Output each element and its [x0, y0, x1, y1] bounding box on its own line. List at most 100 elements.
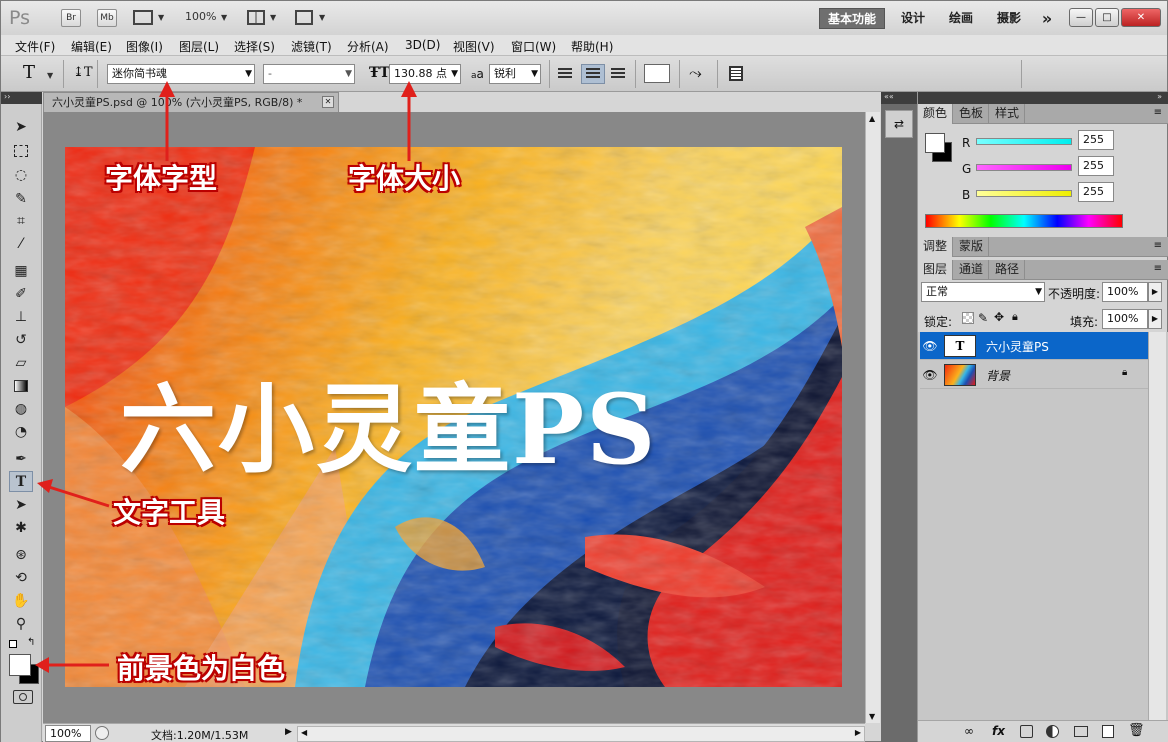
align-right-icon[interactable]	[611, 68, 625, 80]
menu-select[interactable]: 选择(S)	[234, 38, 275, 55]
fill-slider-icon[interactable]: ▶	[1148, 309, 1162, 329]
chevron-down-icon[interactable]: ▼	[270, 13, 276, 22]
font-size-select[interactable]: 130.88 点 ▼	[389, 64, 461, 84]
panel-menu-icon[interactable]: ≡	[1154, 263, 1162, 274]
character-panel-icon[interactable]	[729, 66, 743, 81]
history-panel-icon[interactable]: ⇄	[885, 110, 913, 138]
font-family-select[interactable]: 迷你简书魂 ▼	[107, 64, 255, 84]
layer-row-background[interactable]: 👁︎ 背景 🔒︎	[920, 361, 1148, 389]
swap-colors-icon[interactable]: ↰	[27, 637, 35, 648]
eyedropper-tool-icon[interactable]: ⁄	[9, 233, 33, 254]
blend-mode-select[interactable]: 正常 ▼	[921, 282, 1045, 302]
document-tab[interactable]: 六小灵童PS.psd @ 100% (六小灵童PS, RGB/8) * ✕	[43, 92, 339, 112]
layer-name[interactable]: 背景	[986, 367, 1010, 384]
clone-stamp-tool-icon[interactable]: ⊥	[9, 306, 33, 327]
chevron-down-icon[interactable]: ▼	[221, 13, 227, 22]
layers-scrollbar[interactable]	[1148, 332, 1166, 722]
new-layer-icon[interactable]	[1102, 725, 1114, 738]
tab-paths[interactable]: 路径	[990, 260, 1026, 280]
warp-text-icon[interactable]: ⤳	[689, 63, 702, 83]
workspace-design[interactable]: 设计	[893, 8, 933, 29]
workspace-painting[interactable]: 绘画	[941, 8, 981, 29]
fill-field[interactable]: 100%	[1102, 309, 1148, 329]
panel-dock-collapse-icon[interactable]: »	[918, 92, 1168, 104]
font-style-select[interactable]: - ▼	[263, 64, 355, 84]
crop-tool-icon[interactable]: ⌗	[9, 210, 33, 231]
link-icon[interactable]: ∞	[964, 724, 974, 738]
screen-mode-icon[interactable]	[295, 10, 313, 25]
eraser-tool-icon[interactable]: ▱	[9, 352, 33, 373]
menu-window[interactable]: 窗口(W)	[511, 38, 556, 55]
adjustment-icon[interactable]	[1046, 725, 1059, 738]
menu-filter[interactable]: 滤镜(T)	[291, 38, 332, 55]
chevron-down-icon[interactable]: ▼	[47, 71, 53, 80]
3d-rotate-tool-icon[interactable]: ⊛	[9, 544, 33, 565]
panel-collapse-icon[interactable]: ››	[1, 92, 42, 104]
menu-view[interactable]: 视图(V)	[453, 38, 495, 55]
antialias-select[interactable]: 锐利 ▼	[489, 64, 541, 84]
bridge-button[interactable]: Br	[61, 9, 81, 27]
blur-tool-icon[interactable]: ◍	[9, 398, 33, 419]
toggle-orientation-icon[interactable]: ↨T	[73, 65, 93, 80]
visibility-eye-icon[interactable]: 👁︎	[920, 361, 940, 389]
horizontal-scrollbar[interactable]: ◀ ▶	[297, 726, 865, 742]
scroll-left-icon[interactable]: ◀	[301, 728, 307, 737]
green-slider[interactable]	[976, 164, 1072, 171]
tab-masks[interactable]: 蒙版	[954, 237, 990, 257]
zoom-tool-icon[interactable]: ⚲	[9, 613, 33, 634]
default-colors-icon[interactable]	[9, 640, 17, 648]
red-slider[interactable]	[976, 138, 1072, 145]
menu-layer[interactable]: 图层(L)	[179, 38, 219, 55]
menu-help[interactable]: 帮助(H)	[571, 38, 613, 55]
zoom-field[interactable]: 100%	[45, 725, 91, 742]
menu-analysis[interactable]: 分析(A)	[347, 38, 389, 55]
align-left-icon[interactable]	[558, 68, 572, 80]
chevron-down-icon[interactable]: ▼	[158, 13, 164, 22]
text-tool-preset-icon[interactable]: T	[23, 62, 35, 83]
chevron-down-icon[interactable]: ▼	[319, 13, 325, 22]
opacity-slider-icon[interactable]: ▶	[1148, 282, 1162, 302]
mini-bridge-button[interactable]: Mb	[97, 9, 117, 27]
green-value[interactable]: 255	[1078, 156, 1114, 176]
fx-icon[interactable]: fx	[992, 724, 1005, 738]
tab-channels[interactable]: 通道	[954, 260, 990, 280]
canvas[interactable]: 六小灵童PS	[65, 147, 842, 687]
blue-value[interactable]: 255	[1078, 182, 1114, 202]
arrange-documents-icon[interactable]	[247, 10, 265, 25]
panel-menu-icon[interactable]: ≡	[1154, 107, 1162, 118]
more-workspaces-icon[interactable]: »	[1035, 8, 1059, 29]
group-icon[interactable]	[1074, 726, 1088, 737]
foreground-color-swatch[interactable]	[9, 654, 31, 676]
workspace-essentials[interactable]: 基本功能	[819, 8, 885, 29]
lock-position-icon[interactable]: ✥	[994, 310, 1004, 324]
panel-menu-icon[interactable]: ≡	[1154, 240, 1162, 251]
tab-swatches[interactable]: 色板	[954, 104, 990, 124]
text-tool-icon[interactable]: T	[9, 471, 33, 492]
move-tool-icon[interactable]: ➤	[9, 116, 33, 137]
text-color-swatch[interactable]	[644, 64, 670, 83]
minimize-button[interactable]: —	[1069, 8, 1093, 27]
lasso-tool-icon[interactable]: ◌	[9, 164, 33, 185]
path-selection-tool-icon[interactable]: ➤	[9, 494, 33, 515]
opacity-field[interactable]: 100%	[1102, 282, 1148, 302]
close-tab-icon[interactable]: ✕	[322, 96, 334, 108]
lock-all-icon[interactable]: 🔒︎	[1012, 310, 1018, 324]
hand-tool-icon[interactable]: ✋	[9, 590, 33, 611]
gradient-tool-icon[interactable]	[9, 375, 33, 396]
menu-image[interactable]: 图像(I)	[126, 38, 163, 55]
layer-row-text[interactable]: 👁︎ T 六小灵童PS	[920, 332, 1148, 360]
panel-expand-icon[interactable]: ««	[881, 92, 917, 104]
scroll-right-icon[interactable]: ▶	[855, 728, 861, 737]
brush-tool-icon[interactable]: ✐	[9, 283, 33, 304]
dodge-tool-icon[interactable]: ◔	[9, 421, 33, 442]
blue-slider[interactable]	[976, 190, 1072, 197]
scroll-up-icon[interactable]: ▲	[869, 114, 875, 123]
tab-layers[interactable]: 图层	[918, 260, 954, 280]
layer-name[interactable]: 六小灵童PS	[986, 338, 1049, 355]
shape-tool-icon[interactable]: ✱	[9, 517, 33, 538]
workspace-photography[interactable]: 摄影	[989, 8, 1029, 29]
vertical-scrollbar[interactable]: ▲ ▼	[865, 112, 880, 723]
menu-edit[interactable]: 编辑(E)	[71, 38, 112, 55]
close-button[interactable]: ✕	[1121, 8, 1161, 27]
history-brush-tool-icon[interactable]: ↺	[9, 329, 33, 350]
